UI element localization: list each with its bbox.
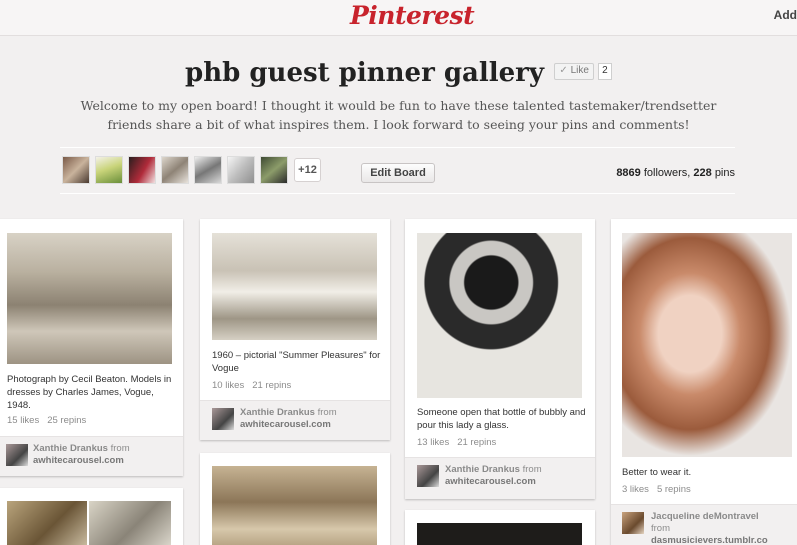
avatar[interactable] [227,156,255,184]
attribution-text: Xanthie Drankus from awhitecarousel.com [33,443,130,467]
avatar[interactable] [260,156,288,184]
thumbs-up-icon: ✓ [559,64,568,76]
pin-stats: 3 likes 5 repins [622,484,699,495]
pin-attribution: Xanthie Drankus from awhitecarousel.com [405,457,595,499]
pin-description: Better to wear it. [622,467,692,478]
pin-card[interactable] [0,488,183,545]
attribution-text: Xanthie Drankus from awhitecarousel.com [445,464,542,488]
pin-source[interactable]: awhitecarousel.com [445,476,536,487]
avatar[interactable] [194,156,222,184]
avatar[interactable] [62,156,90,184]
pinner-name[interactable]: Jacqueline deMontravel [651,511,759,522]
avatar[interactable] [95,156,123,184]
pin-card[interactable] [200,453,390,545]
board-title: phb guest pinner gallery [185,58,544,88]
pinner-name[interactable]: Xanthie Drankus [445,464,520,475]
board-stats: 8869 followers, 228 pins [616,167,735,179]
pinner-avatar[interactable] [417,465,439,487]
pinner-avatar[interactable] [6,444,28,466]
attribution-text: Xanthie Drankus from awhitecarousel.com [240,407,337,431]
pin-card[interactable] [405,510,595,545]
like-count[interactable]: 10 likes [212,380,244,391]
pin-stats: 15 likes 25 repins [7,415,94,426]
divider [60,193,735,194]
from-label: from [651,523,670,534]
pin-stats: 13 likes 21 repins [417,437,504,448]
like-label: Like [570,64,589,76]
pin-image[interactable] [7,233,172,364]
from-label: from [317,407,337,418]
pin-description: 1960 – pictorial "Summer Pleasures" for … [212,350,381,374]
like-count[interactable]: 3 likes [622,484,649,495]
like-button[interactable]: ✓ Like [554,62,594,80]
pin-image[interactable] [417,523,582,545]
followers-label: followers, [643,167,691,179]
pin-card[interactable]: Better to wear it. 3 likes 5 repins Jacqu… [611,219,797,545]
like-count[interactable]: 15 likes [7,415,39,426]
pin-image[interactable] [212,233,377,340]
board-description: Welcome to my open board! I thought it w… [80,98,717,132]
pin-card[interactable]: 1960 – pictorial "Summer Pleasures" for … [200,219,390,440]
pin-image[interactable] [622,233,792,457]
pin-stats: 10 likes 21 repins [212,380,299,391]
pin-attribution: Xanthie Drankus from awhitecarousel.com [200,400,390,440]
edit-board-button[interactable]: Edit Board [361,163,435,183]
pin-attribution: Xanthie Drankus from awhitecarousel.com [0,436,183,476]
pins-label: pins [714,167,735,179]
pin-image[interactable] [89,501,171,545]
pin-source[interactable]: awhitecarousel.com [240,419,331,430]
pinner-name[interactable]: Xanthie Drankus [240,407,315,418]
like-count: 2 [597,62,612,80]
board-header: phb guest pinner gallery ✓ Like 2 [0,58,797,88]
repin-count[interactable]: 21 repins [252,380,291,391]
pin-description: Someone open that bottle of bubbly and p… [417,407,586,431]
pin-description: Photograph by Cecil Beaton. Models in dr… [7,374,172,411]
pin-image[interactable] [417,233,582,398]
add-link[interactable]: Add [774,8,797,22]
pinner-avatar[interactable] [212,408,234,430]
divider [60,147,735,148]
pin-attribution: Jacqueline deMontravel from dasmusicievers… [611,504,797,545]
from-label: from [522,464,542,475]
from-label: from [110,443,130,454]
pins-count: 228 [693,167,712,179]
repin-count[interactable]: 5 repins [657,484,691,495]
pin-source[interactable]: awhitecarousel.com [33,455,124,466]
pin-card[interactable]: Photograph by Cecil Beaton. Models in dr… [0,219,183,476]
attribution-text: Jacqueline deMontravel from dasmusicievers… [651,511,768,545]
repin-count[interactable]: 21 repins [457,437,496,448]
pin-image[interactable] [7,501,87,545]
pinner-name[interactable]: Xanthie Drankus [33,443,108,454]
top-navigation-bar: Pinterest Add [0,0,797,36]
pin-card[interactable]: Someone open that bottle of bubbly and p… [405,219,595,499]
avatar[interactable] [128,156,156,184]
pin-source[interactable]: dasmusicievers.tumblr.co [651,535,768,545]
avatar[interactable] [161,156,189,184]
pinner-avatar[interactable] [622,512,644,534]
repin-count[interactable]: 25 repins [47,415,86,426]
followers-count[interactable]: 8869 [616,167,640,179]
more-pinners-count[interactable]: +12 [294,158,321,182]
pin-image[interactable] [212,466,377,545]
like-count[interactable]: 13 likes [417,437,449,448]
pinterest-logo[interactable]: Pinterest [350,1,475,30]
